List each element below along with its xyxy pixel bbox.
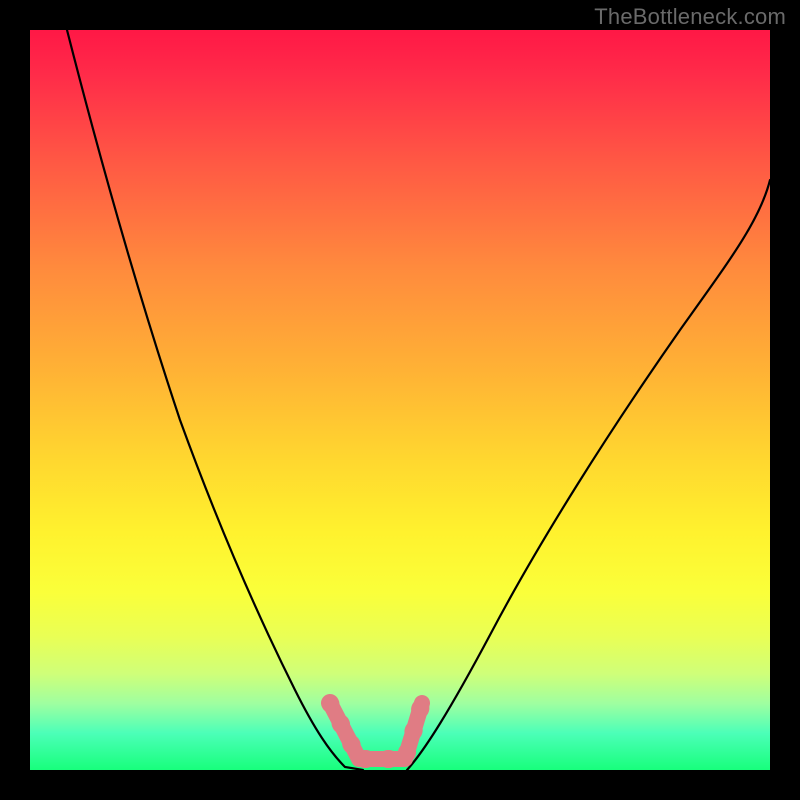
- right-curve: [407, 180, 770, 770]
- chart-frame: TheBottleneck.com: [0, 0, 800, 800]
- left-curve: [67, 30, 363, 770]
- curves-layer: [30, 30, 770, 770]
- plot-area: [30, 30, 770, 770]
- watermark-text: TheBottleneck.com: [594, 4, 786, 30]
- marker-shape-solid: [330, 703, 422, 759]
